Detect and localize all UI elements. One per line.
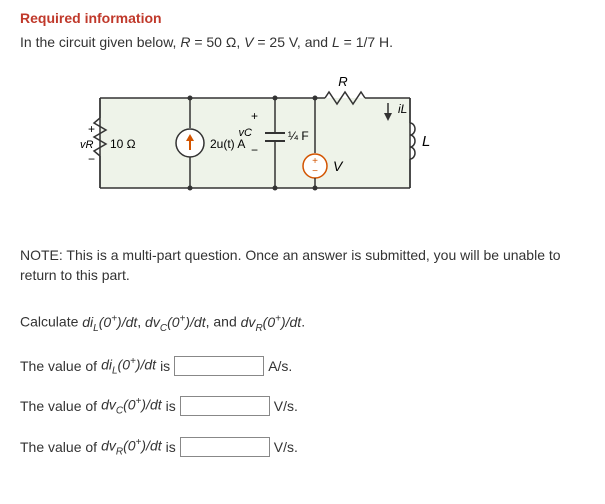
label-vC: vC bbox=[239, 127, 253, 139]
calc-sep1: , bbox=[137, 314, 145, 330]
label-10ohm: 10 Ω bbox=[110, 137, 136, 151]
q1-pre: The value of bbox=[20, 358, 97, 374]
q1c: (0 bbox=[118, 356, 130, 372]
c2c: (0 bbox=[167, 314, 179, 330]
var-R: R bbox=[180, 34, 190, 50]
question-2: The value of dvC(0+)/dt is V/s. bbox=[20, 396, 585, 416]
q1a: di bbox=[101, 356, 112, 372]
calc-sep2: , and bbox=[206, 314, 241, 330]
q2-unit: V/s. bbox=[274, 398, 298, 414]
var-L: L bbox=[332, 34, 340, 50]
label-capval: ¼ F bbox=[288, 129, 309, 143]
c2a: dv bbox=[145, 314, 160, 330]
q1-unit: A/s. bbox=[268, 358, 292, 374]
c2e: )/dt bbox=[185, 314, 205, 330]
intro-Req: = 50 Ω, bbox=[190, 34, 244, 50]
calc-prefix: Calculate bbox=[20, 314, 82, 330]
calculate-prompt: Calculate diL(0+)/dt, dvC(0+)/dt, and dv… bbox=[20, 313, 585, 333]
vC-minus: − bbox=[251, 143, 258, 157]
q2c: (0 bbox=[123, 397, 135, 413]
q3b: R bbox=[116, 446, 123, 457]
c3c: (0 bbox=[263, 314, 275, 330]
calc-suffix: . bbox=[301, 314, 305, 330]
problem-statement: In the circuit given below, R = 50 Ω, V … bbox=[20, 34, 585, 50]
label-iL: iL bbox=[398, 102, 407, 116]
answer-input-1[interactable] bbox=[174, 356, 264, 376]
c3a: dv bbox=[241, 314, 256, 330]
answer-input-2[interactable] bbox=[180, 396, 270, 416]
vC-plus: + bbox=[251, 109, 258, 123]
c3b: R bbox=[255, 323, 262, 334]
q2a: dv bbox=[101, 397, 116, 413]
c1c: (0 bbox=[99, 314, 111, 330]
vR-plus: + bbox=[88, 122, 95, 136]
q2b: C bbox=[116, 406, 123, 417]
required-info-heading: Required information bbox=[20, 10, 585, 26]
c1a: di bbox=[82, 314, 93, 330]
q3-pre: The value of bbox=[20, 439, 97, 455]
vsrc-minus: − bbox=[312, 166, 318, 177]
vR-minus: − bbox=[88, 152, 95, 166]
circuit-svg: R iL + vR − 10 Ω 2u(t) A + vC − ¼ F + − bbox=[80, 68, 440, 218]
label-R-top: R bbox=[338, 74, 347, 89]
circuit-diagram: R iL + vR − 10 Ω 2u(t) A + vC − ¼ F + − bbox=[80, 68, 585, 221]
q3e: )/dt bbox=[141, 437, 161, 453]
note-text: NOTE: This is a multi-part question. Onc… bbox=[20, 246, 585, 285]
c2b: C bbox=[160, 323, 167, 334]
question-1: The value of diL(0+)/dt is A/s. bbox=[20, 356, 585, 376]
label-vR: vR bbox=[80, 139, 94, 151]
label-L: L bbox=[422, 133, 430, 150]
label-source: 2u(t) A bbox=[210, 137, 245, 151]
intro-Leq: = 1/7 H. bbox=[340, 34, 393, 50]
answer-input-3[interactable] bbox=[180, 437, 270, 457]
q2-mid: is bbox=[166, 398, 176, 414]
q3c: (0 bbox=[123, 437, 135, 453]
q1e: )/dt bbox=[136, 356, 156, 372]
intro-prefix: In the circuit given below, bbox=[20, 34, 180, 50]
q1-mid: is bbox=[160, 358, 170, 374]
intro-Veq: = 25 V, and bbox=[253, 34, 332, 50]
q3a: dv bbox=[101, 437, 116, 453]
q3-mid: is bbox=[166, 439, 176, 455]
q3-unit: V/s. bbox=[274, 439, 298, 455]
q2-pre: The value of bbox=[20, 398, 97, 414]
c3e: )/dt bbox=[281, 314, 301, 330]
q2e: )/dt bbox=[141, 397, 161, 413]
question-3: The value of dvR(0+)/dt is V/s. bbox=[20, 437, 585, 457]
c1e: )/dt bbox=[117, 314, 137, 330]
